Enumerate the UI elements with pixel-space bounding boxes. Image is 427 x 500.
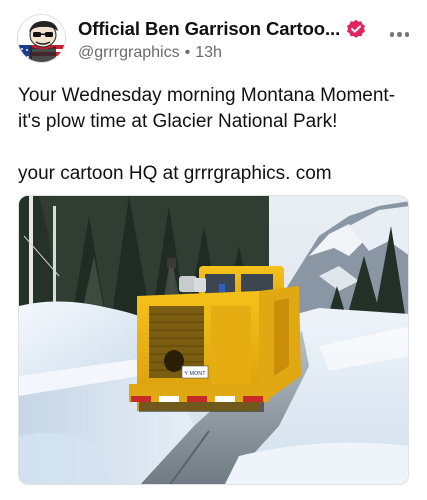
snowplow-photo: Y MONT (19, 196, 408, 484)
avatar[interactable] (18, 15, 65, 62)
avatar-image (18, 15, 65, 62)
name-row: Official Ben Garrison Cartoo... (78, 16, 378, 42)
post-body: Your Wednesday morning Montana Moment-it… (18, 83, 413, 187)
license-plate-text: Y MONT (184, 371, 206, 377)
verified-badge-icon (346, 19, 366, 39)
post-image[interactable]: Y MONT (18, 195, 409, 485)
author-handle[interactable]: @grrrgraphics (78, 44, 180, 62)
post-header: Official Ben Garrison Cartoo... @grrrgra… (78, 16, 378, 63)
meta-row: @grrrgraphics • 13h (78, 43, 378, 63)
timestamp[interactable]: 13h (195, 44, 222, 62)
more-horizontal-icon[interactable] (389, 32, 409, 37)
author-display-name[interactable]: Official Ben Garrison Cartoo... (78, 18, 340, 40)
meta-separator: • (184, 44, 191, 61)
more-dot (389, 32, 394, 37)
more-dot (397, 32, 402, 37)
post-text-line: your cartoon HQ at grrrgraphics. com (18, 163, 332, 184)
more-dot (404, 32, 409, 37)
post-card: Official Ben Garrison Cartoo... @grrrgra… (0, 0, 427, 500)
post-text-line: Your Wednesday morning Montana Moment-it… (18, 85, 396, 132)
